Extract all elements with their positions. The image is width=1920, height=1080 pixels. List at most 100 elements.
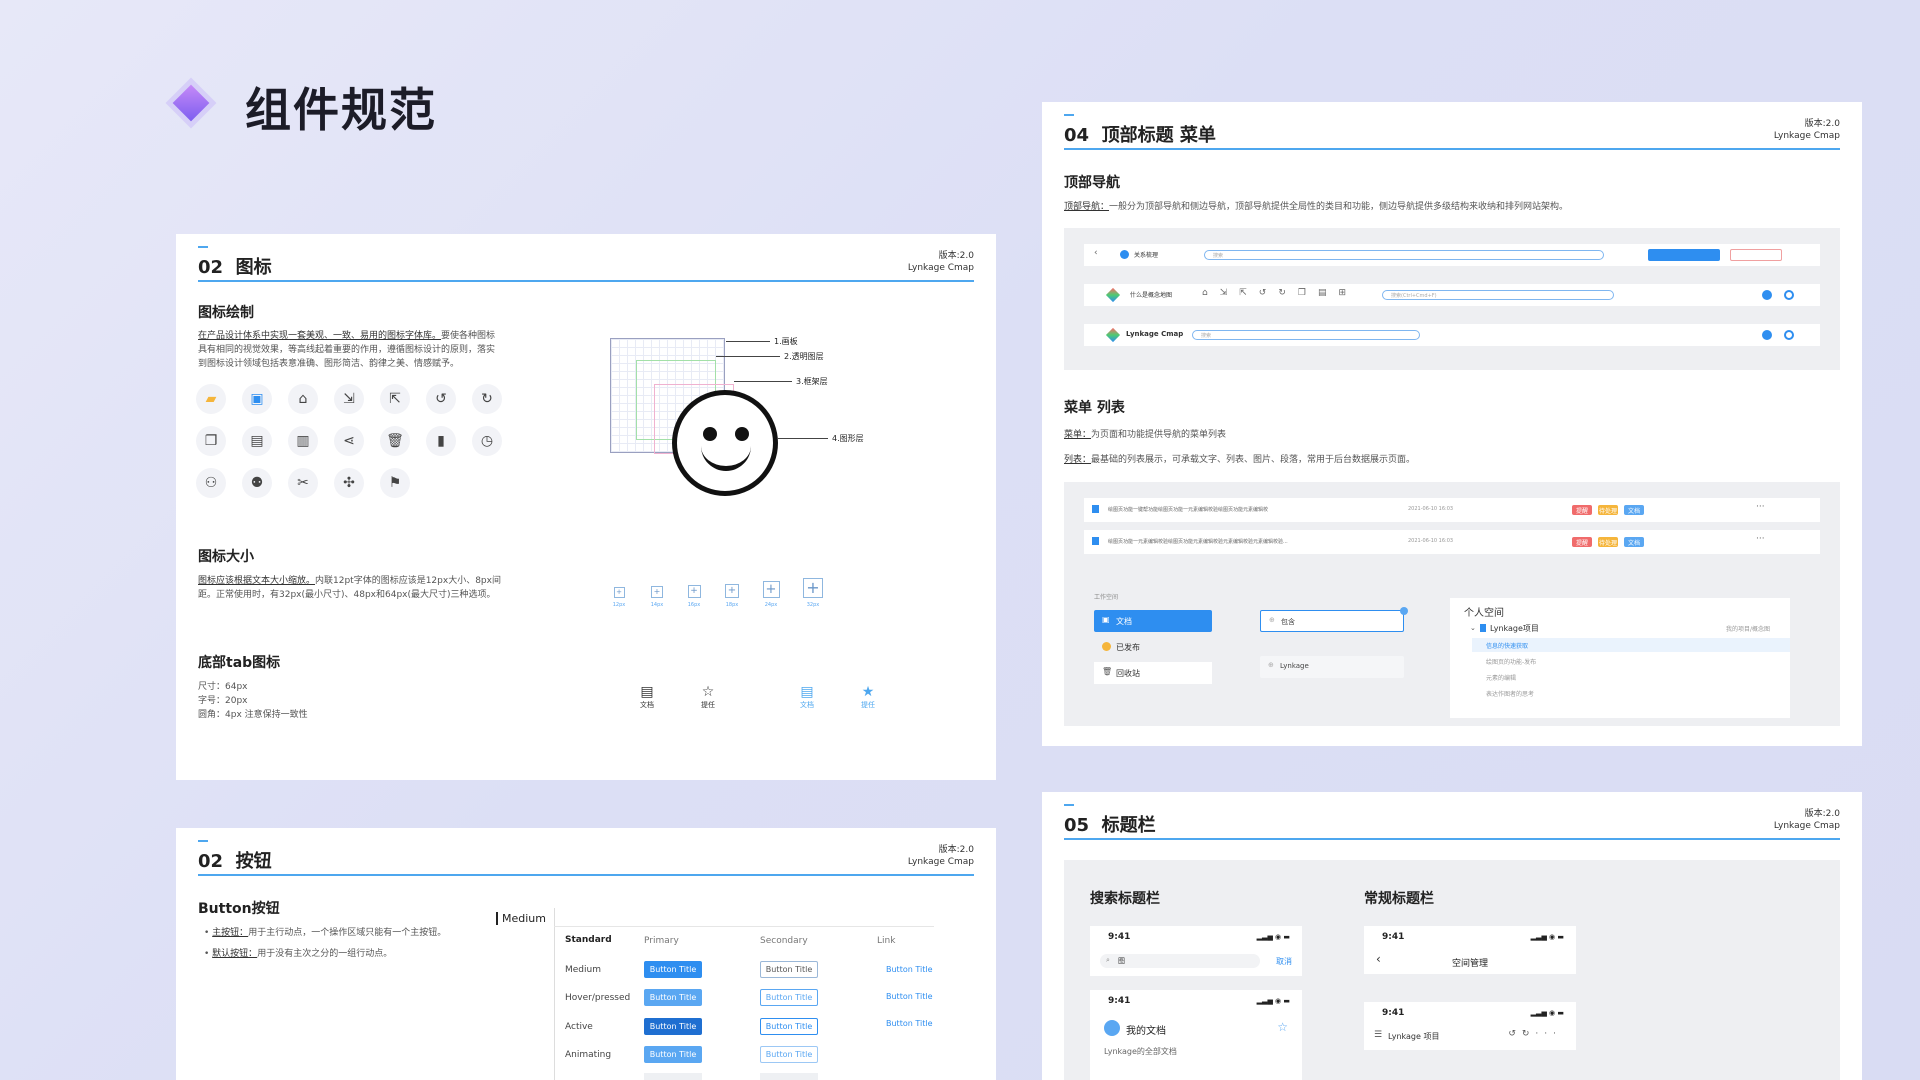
secondary-button-active[interactable]: Button Title (760, 1018, 818, 1035)
secondary-button-animating[interactable]: Button Title (760, 1046, 818, 1063)
primary-nav-button[interactable] (1648, 249, 1720, 261)
primary-button-active[interactable]: Button Title (644, 1018, 702, 1035)
version-line: 版本:2.0 (1804, 809, 1840, 819)
secondary-button-disabled[interactable] (760, 1073, 818, 1080)
primary-button-animating[interactable]: Button Title (644, 1046, 702, 1063)
icon-size-title: 图标大小 (198, 549, 254, 565)
top-nav-title: 顶部导航 (1064, 175, 1120, 191)
tab-label: 提任 (701, 701, 715, 709)
chart-icon: ▮ (426, 426, 456, 456)
user-avatar-icon[interactable] (1762, 330, 1772, 340)
history-icon: ◷ (472, 426, 502, 456)
tab-spec-font: 字号：20px (198, 696, 248, 706)
tab-item-docs[interactable]: ▤ 文档 (632, 684, 662, 710)
bullet-primary: • 主按钮：用于主行动点，一个操作区域只能有一个主按钮。 (204, 928, 447, 938)
mydocs-title: 我的文档 (1126, 1026, 1166, 1037)
cancel-button[interactable]: 取消 (1276, 956, 1292, 967)
version-line: 版本:2.0 (938, 251, 974, 261)
button-section-title: Button按钮 (198, 901, 280, 917)
tag-remind: 提醒 (1572, 537, 1592, 547)
icons-panel: 02 图标 版本:2.0 Lynkage Cmap 图标绘制 在产品设计体系中实… (176, 234, 996, 780)
toolbar-icons[interactable]: ⌂⇲⇱↺↻❐▤⊞ (1202, 288, 1358, 298)
folder-icon: ▰ (196, 384, 226, 414)
size-sample: +32px (800, 578, 826, 608)
tree-item[interactable]: 元素的编辑 (1486, 673, 1516, 682)
row-label: Hover/pressed (565, 993, 631, 1003)
status-time: 9:41 (1108, 932, 1131, 942)
add-icon: + (762, 581, 780, 598)
nav-search-input[interactable]: 搜索(Ctrl+Cmd+F) (1382, 290, 1614, 300)
add-icon: + (613, 587, 625, 598)
col-header-standard: Standard (565, 935, 612, 945)
menu-desc: 菜单：为页面和功能提供导航的菜单列表 (1064, 428, 1226, 442)
badge-dot (1400, 607, 1408, 615)
file-icon (1092, 505, 1099, 513)
header-accent (198, 840, 208, 842)
pin-icon: ✣ (334, 468, 364, 498)
star-icon[interactable]: ☆ (1277, 1020, 1288, 1034)
secondary-nav-button[interactable] (1730, 249, 1782, 261)
smiley-icon (672, 390, 778, 496)
size-label: 18px (725, 602, 739, 608)
size-label: 24px (764, 602, 778, 608)
list-row[interactable]: 绘图页功能一元素编辑校验绘图页功能元素编辑校验元素编辑校验元素编辑校验... 2… (1084, 530, 1820, 554)
list-row-date: 2021-06-10 16:03 (1408, 506, 1454, 512)
avatar[interactable] (1104, 1020, 1120, 1036)
search-input[interactable]: ⌕ 图 (1100, 954, 1260, 968)
primary-button-disabled[interactable] (644, 1073, 702, 1080)
tree-breadcrumb: 我的项目/概念图 (1725, 626, 1770, 633)
nav-search-input[interactable]: 搜索 (1204, 250, 1604, 260)
link-button-hover[interactable]: Button Title (886, 992, 932, 1001)
user-avatar-icon[interactable] (1762, 290, 1772, 300)
menu-desc-text: 为页面和功能提供导航的菜单列表 (1091, 430, 1227, 440)
titlebar-actions[interactable]: ↺↻··· (1508, 1029, 1562, 1039)
page-title: 组件规范 (245, 83, 437, 137)
search-placeholder: 搜索 (1201, 333, 1212, 339)
list-row[interactable]: 绘图页功能一键帮功能绘图页功能一元素编辑校验绘图页功能元素编辑校 2021-06… (1084, 498, 1820, 522)
primary-button-hover[interactable]: Button Title (644, 989, 702, 1006)
primary-button-medium[interactable]: Button Title (644, 961, 702, 978)
tab-item-star-active[interactable]: ★ 提任 (853, 684, 883, 710)
divider (554, 926, 934, 927)
search-query: 图 (1118, 957, 1125, 965)
tree-item[interactable]: 表达作图者的思考 (1486, 689, 1534, 698)
sidebar-item-published[interactable]: 已发布 (1094, 636, 1212, 658)
back-arrow-icon[interactable]: ‹ (1094, 248, 1098, 258)
tag-remind: 提醒 (1572, 505, 1592, 515)
tab-spec-size: 尺寸：64px (198, 682, 248, 692)
buttons-panel-header: 02 按钮 版本:2.0 Lynkage Cmap (198, 828, 974, 876)
secondary-button-medium[interactable]: Button Title (760, 961, 818, 978)
link-button-medium[interactable]: Button Title (886, 965, 932, 974)
sidebar-item-docs[interactable]: ▣ 文档 (1094, 610, 1212, 632)
tab-item-docs-active[interactable]: ▤ 文档 (792, 684, 822, 710)
tree-root[interactable]: Lynkage项目 (1490, 623, 1539, 634)
status-time: 9:41 (1108, 996, 1131, 1006)
chevron-down-icon[interactable]: ⌄ (1470, 624, 1476, 632)
link-button-active[interactable]: Button Title (886, 1019, 932, 1028)
more-icon[interactable]: ··· (1756, 534, 1765, 544)
secondary-button-hover[interactable]: Button Title (760, 989, 818, 1006)
version-product: Lynkage Cmap (1773, 131, 1840, 141)
tree-item[interactable]: 信息的快速获取 (1486, 641, 1528, 650)
buttons-panel: 02 按钮 版本:2.0 Lynkage Cmap Button按钮 • 主按钮… (176, 828, 996, 1080)
menu-icon[interactable]: ☰ (1374, 1030, 1382, 1040)
doc-tab-icon: ▤ (640, 684, 654, 700)
version-info: 版本:2.0 Lynkage Cmap (908, 844, 974, 868)
nav-search-input[interactable]: 搜索 (1192, 330, 1420, 340)
callout-line (716, 356, 780, 357)
panel-number: 02 (198, 257, 224, 278)
top-nav-desc: 顶部导航：一般分为顶部导航和侧边导航，顶部导航提供全局性的类目和功能，侧边导航提… (1064, 200, 1568, 214)
tab-item-star[interactable]: ☆ 提任 (693, 684, 723, 710)
star-tab-icon: ☆ (701, 684, 715, 700)
menu-item-include[interactable]: ⊕ 包含 (1260, 607, 1408, 632)
bell-icon[interactable] (1784, 330, 1794, 340)
icon-drawing-title: 图标绘制 (198, 305, 254, 321)
bell-icon[interactable] (1784, 290, 1794, 300)
menu-item-lynkage[interactable]: ⊕ Lynkage (1260, 656, 1404, 678)
file-icon: ▥ (288, 426, 318, 456)
sidebar-item-trash[interactable]: 🗑 回收站 (1094, 662, 1212, 684)
more-icon[interactable]: ··· (1756, 502, 1765, 512)
redo-icon: ↻ (472, 384, 502, 414)
tag-doc: 文档 (1624, 537, 1644, 547)
tree-item[interactable]: 绘图页的功能-发布 (1486, 657, 1536, 666)
